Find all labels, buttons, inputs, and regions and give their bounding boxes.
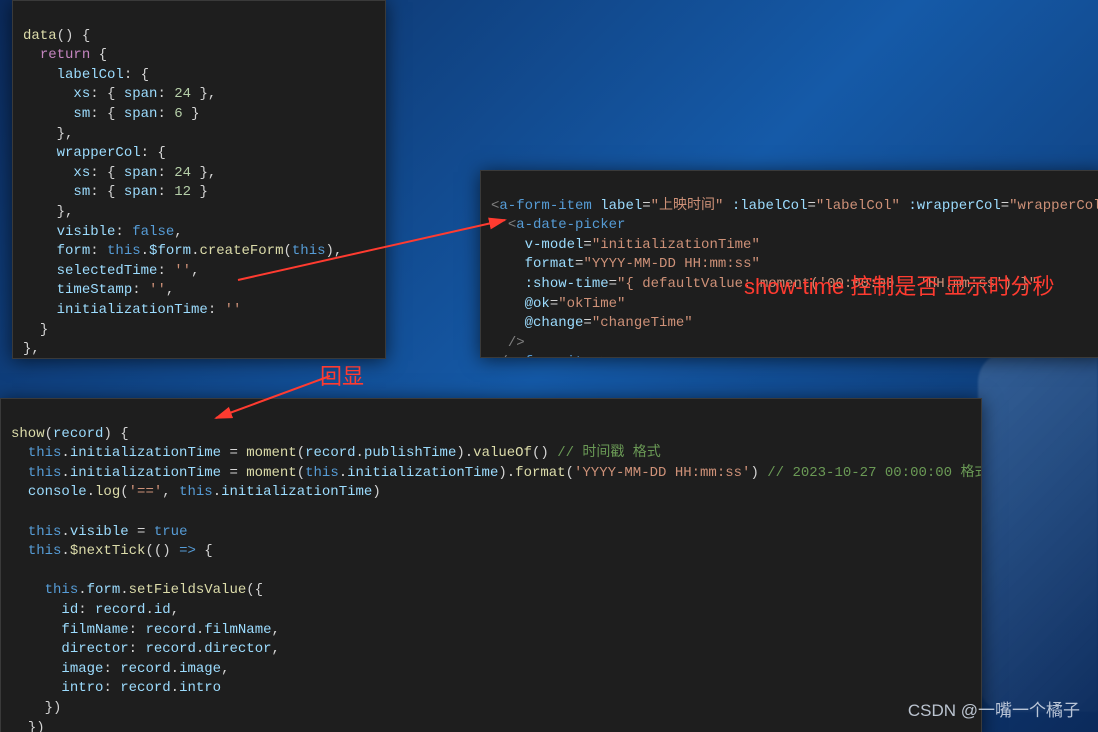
code-text-show: show(record) { this.initializationTime =… — [11, 426, 982, 732]
code-pane-show: show(record) { this.initializationTime =… — [0, 398, 982, 732]
code-text-data: data() { return { labelCol: { xs: { span… — [23, 28, 342, 358]
code-pane-template: <a-form-item label="上映时间" :labelCol="lab… — [480, 170, 1098, 358]
watermark: CSDN @一嘴一个橘子 — [908, 699, 1080, 723]
code-pane-data: data() { return { labelCol: { xs: { span… — [12, 0, 386, 359]
code-text-template: <a-form-item label="上映时间" :labelCol="lab… — [491, 198, 1098, 358]
annotation-echo: 回显 — [320, 362, 364, 393]
background-decoration — [978, 352, 1098, 712]
